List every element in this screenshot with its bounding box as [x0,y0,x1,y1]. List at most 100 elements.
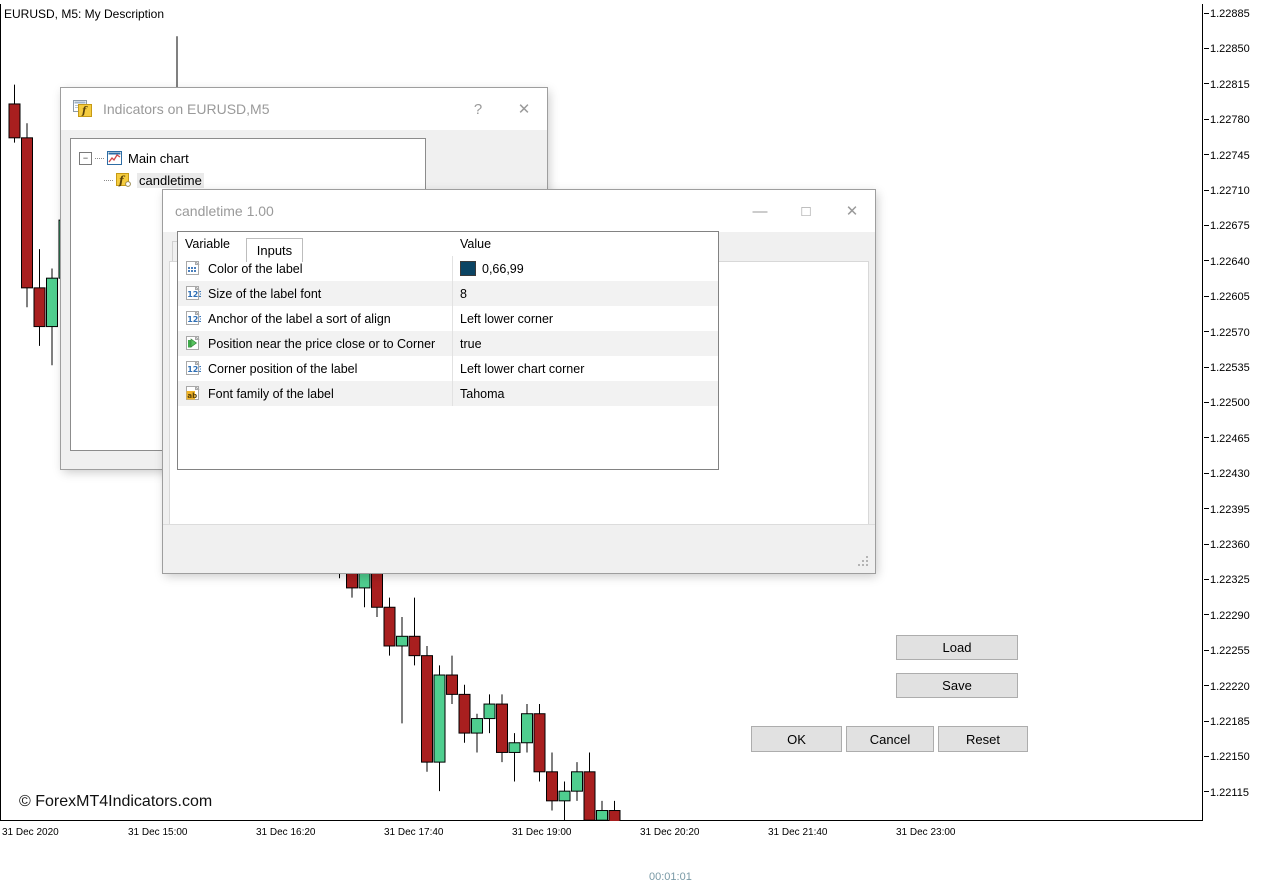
svg-text:ab: ab [187,392,197,400]
price-axis-tick-label: 1.22255 [1210,645,1250,658]
candle-body [508,742,521,753]
table-row[interactable]: 123 Anchor of the label a sort of align Le… [178,306,718,331]
price-axis-tick: 1.22605 [1204,291,1250,303]
price-axis-tick-label: 1.22640 [1210,255,1250,268]
collapse-icon[interactable]: − [79,151,92,165]
price-axis-tick-label: 1.22115 [1210,786,1249,799]
price-axis-tick: 1.22535 [1204,362,1250,374]
resize-grip-icon[interactable] [858,556,871,569]
price-axis-tick: 1.22710 [1204,185,1250,197]
parameter-name-label: Position near the price close or to Corn… [208,336,436,351]
close-icon[interactable]: ✕ [829,190,875,232]
price-axis-tick-label: 1.22570 [1210,326,1250,339]
inputs-parameter-table[interactable]: Variable Value Color of the label 0,66,99… [177,231,719,470]
save-button[interactable]: Save [896,673,1018,698]
parameter-value-cell[interactable]: Left lower chart corner [453,356,718,381]
candle-body [33,287,46,328]
parameter-name-label: Corner position of the label [208,361,358,376]
candletime-dialog-title: candletime 1.00 [175,203,274,219]
color-swatch[interactable] [460,261,476,276]
price-axis-tick-label: 1.22290 [1210,609,1250,622]
table-body: Color of the label 0,66,99 123 Size of the … [178,256,718,406]
price-axis-tick-label: 1.22535 [1210,362,1250,374]
column-header-value: Value [460,237,492,251]
price-axis-tick-label: 1.22360 [1210,539,1250,551]
price-axis-tick-label: 1.22220 [1210,680,1250,693]
candle-body [433,674,446,763]
price-axis-tick: 1.22500 [1204,397,1250,409]
minimize-icon[interactable]: — [737,190,783,232]
tree-node-main-chart-label: Main chart [128,150,189,166]
price-axis-tick-label: 1.22185 [1210,716,1250,728]
reset-button[interactable]: Reset [938,726,1028,752]
price-axis-tick-label: 1.22395 [1210,503,1250,516]
price-axis-tick: 1.22115 [1204,787,1249,799]
candletime-dialog-titlebar[interactable]: candletime 1.00 — □ ✕ [163,190,875,233]
parameter-name-cell: Position near the price close or to Corn… [178,331,453,356]
candle-body [383,606,396,647]
parameter-value-cell[interactable]: 0,66,99 [453,256,718,281]
cancel-button[interactable]: Cancel [846,726,934,752]
price-axis-tick: 1.22640 [1204,256,1250,268]
tree-node-candletime[interactable]: f candletime [71,169,425,191]
price-axis-tick-label: 1.22675 [1210,220,1250,233]
parameter-value-cell[interactable]: Tahoma [453,381,718,406]
table-row[interactable]: 123 Size of the label font 8 [178,281,718,306]
parameter-value-cell[interactable]: Left lower corner [453,306,718,331]
candle-body [546,771,558,802]
price-axis[interactable]: 1.22885 1.22850 1.22815 1.22780 1.22745 1.227… [1204,0,1271,822]
candletime-properties-dialog[interactable]: candletime 1.00 — □ ✕ CommonInputsColors… [163,190,1028,752]
parameter-value-label: true [460,336,482,351]
parameter-name-cell: 123 Size of the label font [178,281,453,306]
tree-node-main-chart[interactable]: − Main chart [71,147,425,169]
price-axis-tick-label: 1.22465 [1210,432,1250,445]
price-axis-tick-label: 1.22325 [1210,574,1250,587]
parameter-value-label: Left lower corner [460,311,554,326]
main-chart-icon [106,150,123,166]
price-axis-tick-label: 1.22430 [1210,468,1250,481]
price-axis-tick: 1.22885 [1204,8,1250,20]
parameter-value-cell[interactable]: true [453,331,718,356]
price-axis-tick-label: 1.22500 [1210,397,1250,410]
load-button[interactable]: Load [896,635,1018,660]
function-indicator-icon: f [115,172,132,188]
grip-dot [862,560,864,562]
price-axis-tick-label: 1.22150 [1210,751,1250,764]
price-axis-tick: 1.22850 [1204,43,1250,55]
candle-body [421,655,433,763]
indicators-dialog-title: Indicators on EURUSD,M5 [103,101,270,117]
price-axis-tick-label: 1.22885 [1210,8,1250,20]
candle-body [46,277,58,328]
price-axis-tick-label: 1.22745 [1210,149,1250,162]
maximize-icon[interactable]: □ [783,190,829,232]
table-row[interactable]: 123 Corner position of the label Left lowe… [178,356,718,381]
candle-body [583,771,596,821]
time-axis-tick-label: 31 Dec 23:00 [896,827,956,838]
tree-node-candletime-label: candletime [137,172,204,188]
help-button[interactable]: ? [455,88,501,130]
parameter-value-cell[interactable]: 8 [453,281,718,306]
number-input-icon: 123 [185,284,204,302]
column-header-variable: Variable [185,237,230,251]
time-axis-tick-label: 31 Dec 15:00 [128,827,188,838]
time-axis[interactable]: 31 Dec 2020 31 Dec 15:00 31 Dec 16:20 31 De… [0,822,1203,845]
tab-inputs[interactable]: Inputs [245,238,304,262]
candle-body [608,810,621,821]
parameter-name-label: Size of the label font [208,286,322,301]
candle-body [596,810,608,821]
parameter-name-cell: 123 Corner position of the label [178,356,453,381]
parameter-name-label: Color of the label [208,261,303,276]
price-axis-tick: 1.22150 [1204,751,1250,763]
table-row[interactable]: ab Font family of the label Tahoma [178,381,718,406]
time-axis-tick-label: 31 Dec 17:40 [384,827,444,838]
parameter-value-label: Left lower chart corner [460,361,585,376]
table-row[interactable]: Position near the price close or to Corn… [178,331,718,356]
price-axis-tick-label: 1.22815 [1210,78,1250,91]
ok-button[interactable]: OK [751,726,842,752]
indicators-dialog-titlebar[interactable]: f Indicators on EURUSD,M5 ? ✕ [61,88,547,131]
price-axis-tick: 1.22220 [1204,681,1250,693]
close-icon[interactable]: ✕ [501,88,547,130]
price-axis-tick: 1.22745 [1204,150,1250,162]
price-axis-tick-label: 1.22780 [1210,114,1250,127]
grip-dot [862,564,864,566]
